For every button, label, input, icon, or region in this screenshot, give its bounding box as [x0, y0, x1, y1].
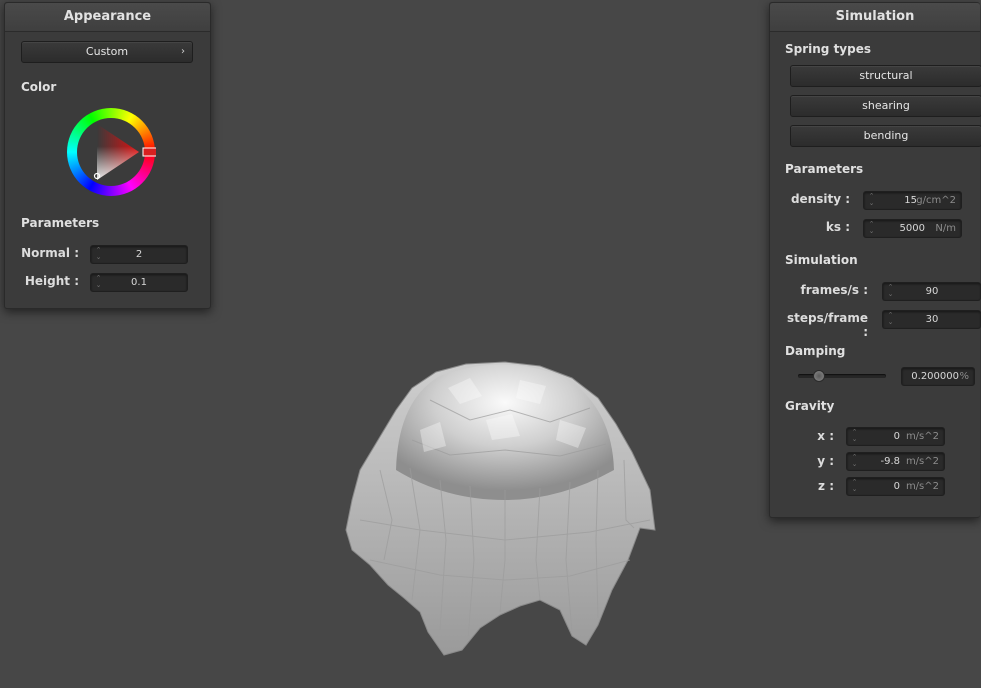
gravity-y-unit: m/s^2 — [905, 456, 939, 467]
steps-value: 30 — [925, 314, 939, 325]
steps-label: steps/frame : — [786, 311, 868, 339]
damping-value: 0.200000 — [911, 371, 959, 382]
gravity-x-unit: m/s^2 — [905, 431, 939, 442]
spinner-icon[interactable]: ⌃ ⌄ — [868, 221, 875, 235]
gravity-z-value: 0 — [893, 481, 900, 492]
gravity-y-label: y : — [817, 454, 834, 468]
density-label: density : — [790, 192, 850, 206]
normal-label: Normal : — [21, 246, 79, 260]
density-field[interactable]: ⌃ ⌄ 15 g/cm^2 — [863, 191, 962, 210]
fps-label: frames/s : — [800, 283, 868, 297]
preset-dropdown-button[interactable]: Custom › — [21, 41, 193, 63]
normal-value: 2 — [135, 249, 143, 260]
fps-field[interactable]: ⌃ ⌄ 90 — [882, 282, 981, 301]
spring-types-heading: Spring types — [785, 42, 872, 56]
gravity-x-label: x : — [817, 429, 834, 443]
gravity-z-field[interactable]: ⌃ ⌄ 0 m/s^2 — [846, 477, 945, 496]
gravity-y-value: -9.8 — [880, 456, 900, 467]
ks-value: 5000 — [899, 223, 925, 234]
gravity-y-field[interactable]: ⌃ ⌄ -9.8 m/s^2 — [846, 452, 945, 471]
spinner-icon[interactable]: ⌃ ⌄ — [868, 193, 875, 207]
gravity-z-unit: m/s^2 — [905, 481, 939, 492]
color-wheel[interactable] — [66, 107, 158, 197]
appearance-params-heading: Parameters — [21, 216, 100, 230]
sim-params-heading: Parameters — [785, 162, 864, 176]
gravity-z-label: z : — [818, 479, 834, 493]
shearing-button[interactable]: shearing — [790, 95, 981, 117]
ks-label: ks : — [825, 220, 850, 234]
gravity-heading: Gravity — [785, 399, 835, 413]
chevron-right-icon: › — [181, 46, 185, 57]
fps-value: 90 — [925, 286, 939, 297]
spinner-icon[interactable]: ⌃ ⌄ — [851, 429, 858, 443]
structural-button[interactable]: structural — [790, 65, 981, 87]
simulation-heading: Simulation — [785, 253, 858, 267]
damping-slider[interactable] — [798, 369, 886, 383]
appearance-panel-title[interactable]: Appearance — [5, 3, 210, 32]
ks-field[interactable]: ⌃ ⌄ 5000 N/m — [863, 219, 962, 238]
damping-slider-thumb[interactable] — [812, 370, 825, 382]
damping-unit: % — [959, 371, 969, 382]
damping-field[interactable]: 0.200000 % — [901, 367, 975, 386]
damping-heading: Damping — [785, 344, 846, 358]
normal-field[interactable]: ⌃ ⌄ 2 — [90, 245, 188, 264]
steps-field[interactable]: ⌃ ⌄ 30 — [882, 310, 981, 329]
color-heading: Color — [21, 80, 57, 94]
bending-button[interactable]: bending — [790, 125, 981, 147]
preset-label: Custom — [85, 45, 129, 58]
spinner-icon[interactable]: ⌃ ⌄ — [851, 479, 858, 493]
simulation-panel-title[interactable]: Simulation — [770, 3, 980, 32]
ks-unit: N/m — [935, 223, 956, 234]
gravity-x-value: 0 — [893, 431, 900, 442]
height-label: Height : — [24, 274, 79, 288]
simulation-panel: Simulation Spring types structural shear… — [769, 2, 981, 518]
density-value: 15 — [904, 195, 917, 206]
height-field[interactable]: ⌃ ⌄ 0.1 — [90, 273, 188, 292]
height-value: 0.1 — [131, 277, 147, 288]
appearance-panel: Appearance Custom › Color Parameters Nor… — [4, 2, 211, 309]
gravity-x-field[interactable]: ⌃ ⌄ 0 m/s^2 — [846, 427, 945, 446]
density-unit: g/cm^2 — [916, 195, 956, 206]
damping-slider-track — [798, 374, 886, 378]
spinner-icon[interactable]: ⌃ ⌄ — [851, 454, 858, 468]
